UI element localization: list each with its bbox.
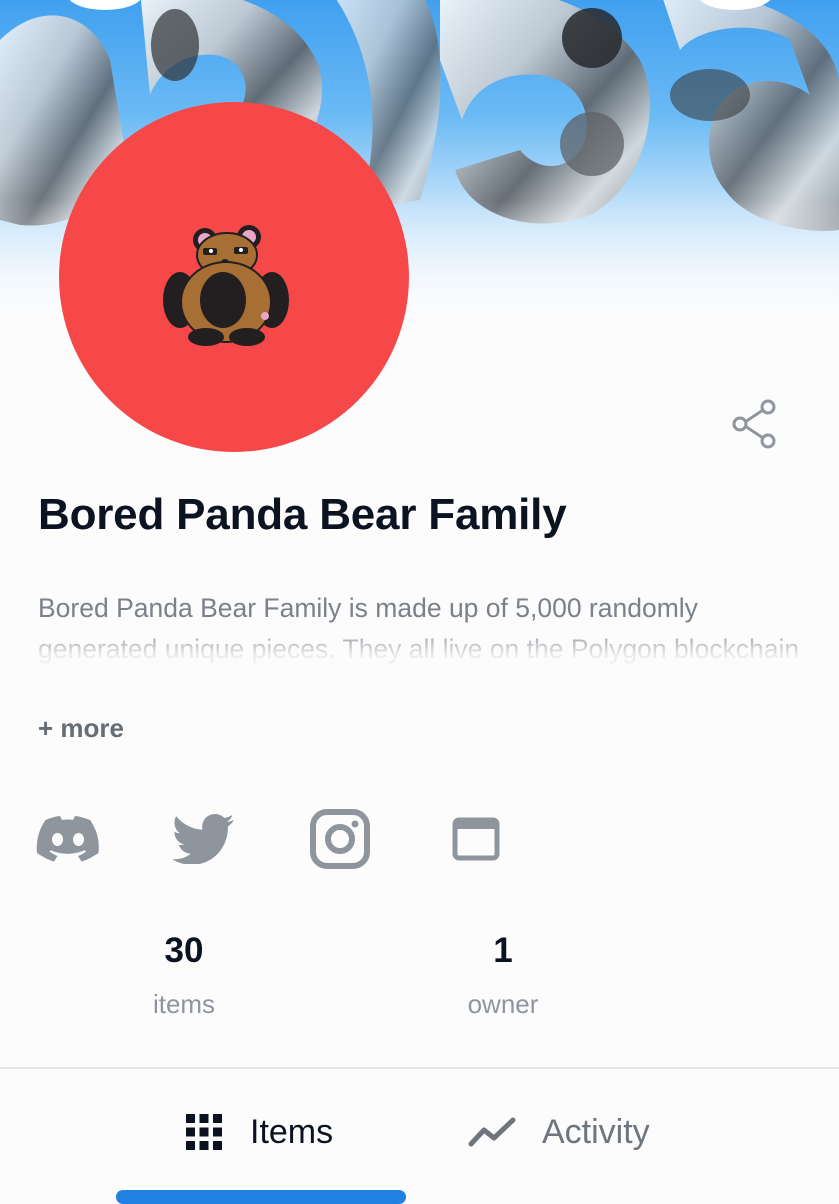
collection-avatar: [59, 102, 409, 452]
more-button[interactable]: + more: [38, 713, 124, 744]
website-link[interactable]: [442, 806, 510, 872]
stat-items: 30 items: [84, 930, 284, 1020]
panda-bear-avatar: [163, 225, 289, 346]
activity-icon: [468, 1117, 516, 1147]
instagram-link[interactable]: [306, 806, 374, 872]
share-icon: [732, 399, 776, 449]
website-icon: [452, 817, 500, 861]
discord-icon: [36, 816, 99, 862]
items-count: 30: [164, 931, 204, 970]
owners-label: owner: [467, 989, 539, 1019]
tabs-divider: [0, 1067, 839, 1069]
grid-icon: [186, 1114, 222, 1150]
share-button[interactable]: [726, 396, 782, 452]
description-fade: [38, 624, 818, 680]
social-links: [34, 806, 510, 872]
twitter-link[interactable]: [170, 806, 238, 872]
active-tab-indicator: [116, 1190, 406, 1204]
discord-link[interactable]: [34, 806, 102, 872]
tab-activity-label: Activity: [542, 1112, 650, 1151]
owners-count: 1: [493, 931, 513, 970]
instagram-icon: [310, 809, 370, 869]
tab-items-label: Items: [250, 1112, 334, 1151]
tab-items[interactable]: Items: [184, 1100, 333, 1164]
stat-owners: 1 owner: [403, 930, 603, 1020]
twitter-icon: [173, 814, 234, 864]
tab-activity[interactable]: Activity: [468, 1100, 650, 1164]
items-label: items: [152, 989, 216, 1019]
collection-description-block: Bored Panda Bear Family is made up of 5,…: [38, 588, 818, 680]
collection-title: Bored Panda Bear Family: [38, 490, 567, 539]
